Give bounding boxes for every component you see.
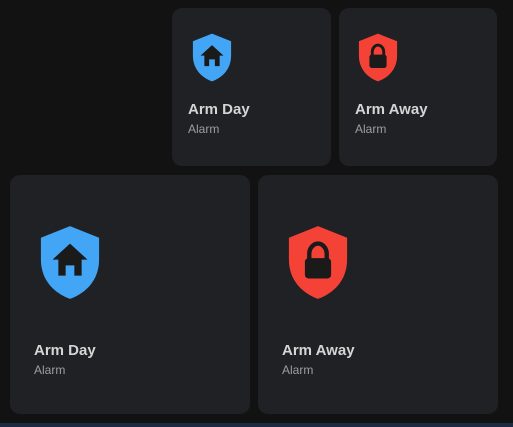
arm-away-tile-large[interactable]: Arm Away Alarm: [258, 175, 498, 414]
tile-subtitle: Alarm: [282, 363, 314, 377]
shield-home-icon: [191, 32, 233, 83]
tile-subtitle: Alarm: [355, 122, 387, 136]
tile-subtitle: Alarm: [188, 122, 220, 136]
arm-away-tile-small[interactable]: Arm Away Alarm: [339, 8, 497, 166]
shield-lock-icon: [286, 224, 350, 301]
tile-title: Arm Away: [355, 101, 428, 118]
arm-day-tile-large[interactable]: Arm Day Alarm: [10, 175, 250, 414]
tile-title: Arm Day: [188, 101, 250, 118]
bottom-edge-strip: [0, 423, 513, 427]
tile-title: Arm Day: [34, 342, 96, 359]
shield-home-icon: [38, 224, 102, 301]
tile-title: Arm Away: [282, 342, 355, 359]
arm-day-tile-small[interactable]: Arm Day Alarm: [172, 8, 331, 166]
shield-lock-icon: [357, 32, 399, 83]
tile-subtitle: Alarm: [34, 363, 66, 377]
